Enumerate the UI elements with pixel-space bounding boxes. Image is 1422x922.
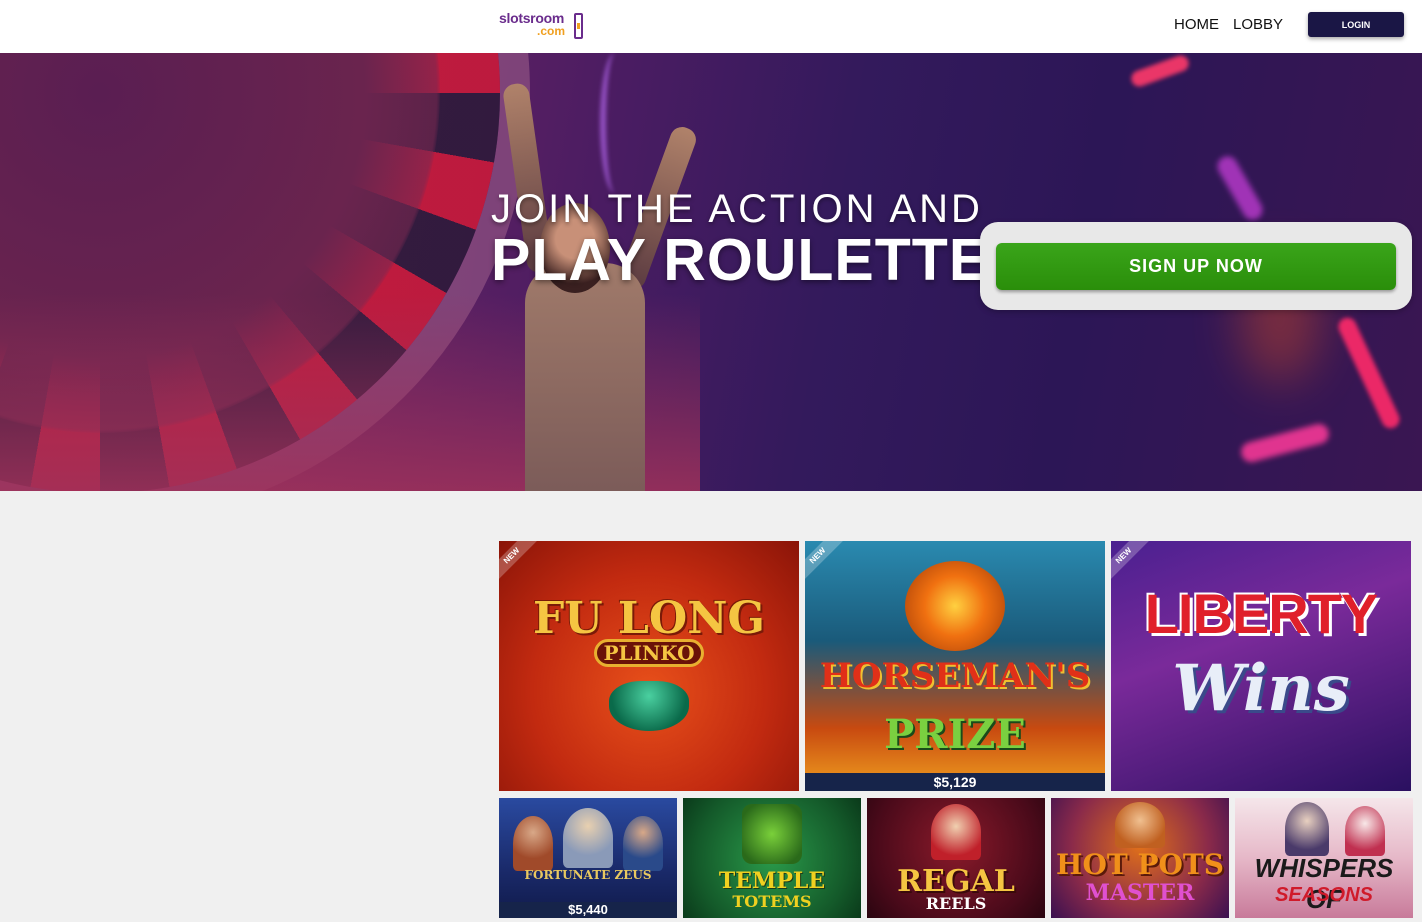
game-subtitle: PRIZE <box>884 711 1026 758</box>
site-logo[interactable]: slotsroom .com <box>499 10 589 44</box>
hero-headline-large: PLAY ROULETTE <box>491 227 990 293</box>
game-subtitle: REELS <box>925 894 987 913</box>
site-header: slotsroom .com HOME LOBBY LOGIN <box>0 0 1422 53</box>
game-title: FORTUNATE ZEUS <box>524 868 652 882</box>
game-subtitle: PLINKO <box>594 639 704 667</box>
king-figure-image <box>931 804 981 860</box>
neon-light-decoration <box>1335 314 1403 432</box>
logo-door-icon <box>574 13 583 39</box>
login-button[interactable]: LOGIN <box>1308 12 1404 37</box>
totem-mask-icon <box>742 804 802 864</box>
neon-light-decoration <box>1129 53 1191 89</box>
pumpkin-icon <box>905 561 1005 651</box>
neon-light-decoration <box>1238 421 1332 465</box>
game-tile-whispers-of-seasons[interactable]: WHISPERS OF SEASONS <box>1235 798 1413 918</box>
game-tile-liberty-wins[interactable]: NEW LIBERTY Wins <box>1111 541 1411 791</box>
nav-home-link[interactable]: HOME <box>1174 16 1219 33</box>
goddess-figure-image <box>623 816 663 871</box>
new-badge: NEW <box>1111 541 1154 586</box>
jackpot-amount: $5,129 <box>805 773 1105 791</box>
treasure-pot-icon <box>609 681 689 731</box>
game-tile-temple-totems[interactable]: TEMPLE TOTEMS <box>683 798 861 918</box>
jackpot-amount: $5,440 <box>499 902 677 918</box>
new-badge: NEW <box>499 541 542 586</box>
game-tile-horsemans-prize[interactable]: NEW HORSEMAN'S PRIZE $5,129 <box>805 541 1105 791</box>
game-title: FU LONG <box>533 593 765 644</box>
game-subtitle: Wins <box>1172 651 1350 726</box>
person-body <box>525 263 645 491</box>
geisha-figure-image <box>1345 806 1385 856</box>
logo-text-bottom: .com <box>537 24 566 38</box>
zeus-figure-image <box>563 808 613 868</box>
game-tile-fortunate-zeus[interactable]: FORTUNATE ZEUS $5,440 <box>499 798 677 918</box>
nav-lobby-link[interactable]: LOBBY <box>1233 16 1283 33</box>
game-tile-hot-pots-master[interactable]: HOT POTS MASTER <box>1051 798 1229 918</box>
game-title: HORSEMAN'S <box>819 656 1091 696</box>
neon-light-decoration <box>1213 152 1267 224</box>
game-title: HOT POTS <box>1056 848 1224 881</box>
game-tile-regal-reels[interactable]: REGAL REELS <box>867 798 1045 918</box>
chef-figure-image <box>1115 802 1165 848</box>
game-title: LIBERTY <box>1144 582 1379 645</box>
samurai-figure-image <box>1285 802 1329 856</box>
game-subtitle: TOTEMS <box>732 892 812 911</box>
game-subtitle: SEASONS <box>1275 884 1373 906</box>
new-badge: NEW <box>805 541 848 586</box>
game-tile-fu-long-plinko[interactable]: NEW FU LONG PLINKO <box>499 541 799 791</box>
signup-now-button[interactable]: SIGN UP NOW <box>996 243 1396 290</box>
game-subtitle: MASTER <box>1085 880 1195 906</box>
goddess-figure-image <box>513 816 553 871</box>
game-title: TEMPLE <box>718 868 826 894</box>
